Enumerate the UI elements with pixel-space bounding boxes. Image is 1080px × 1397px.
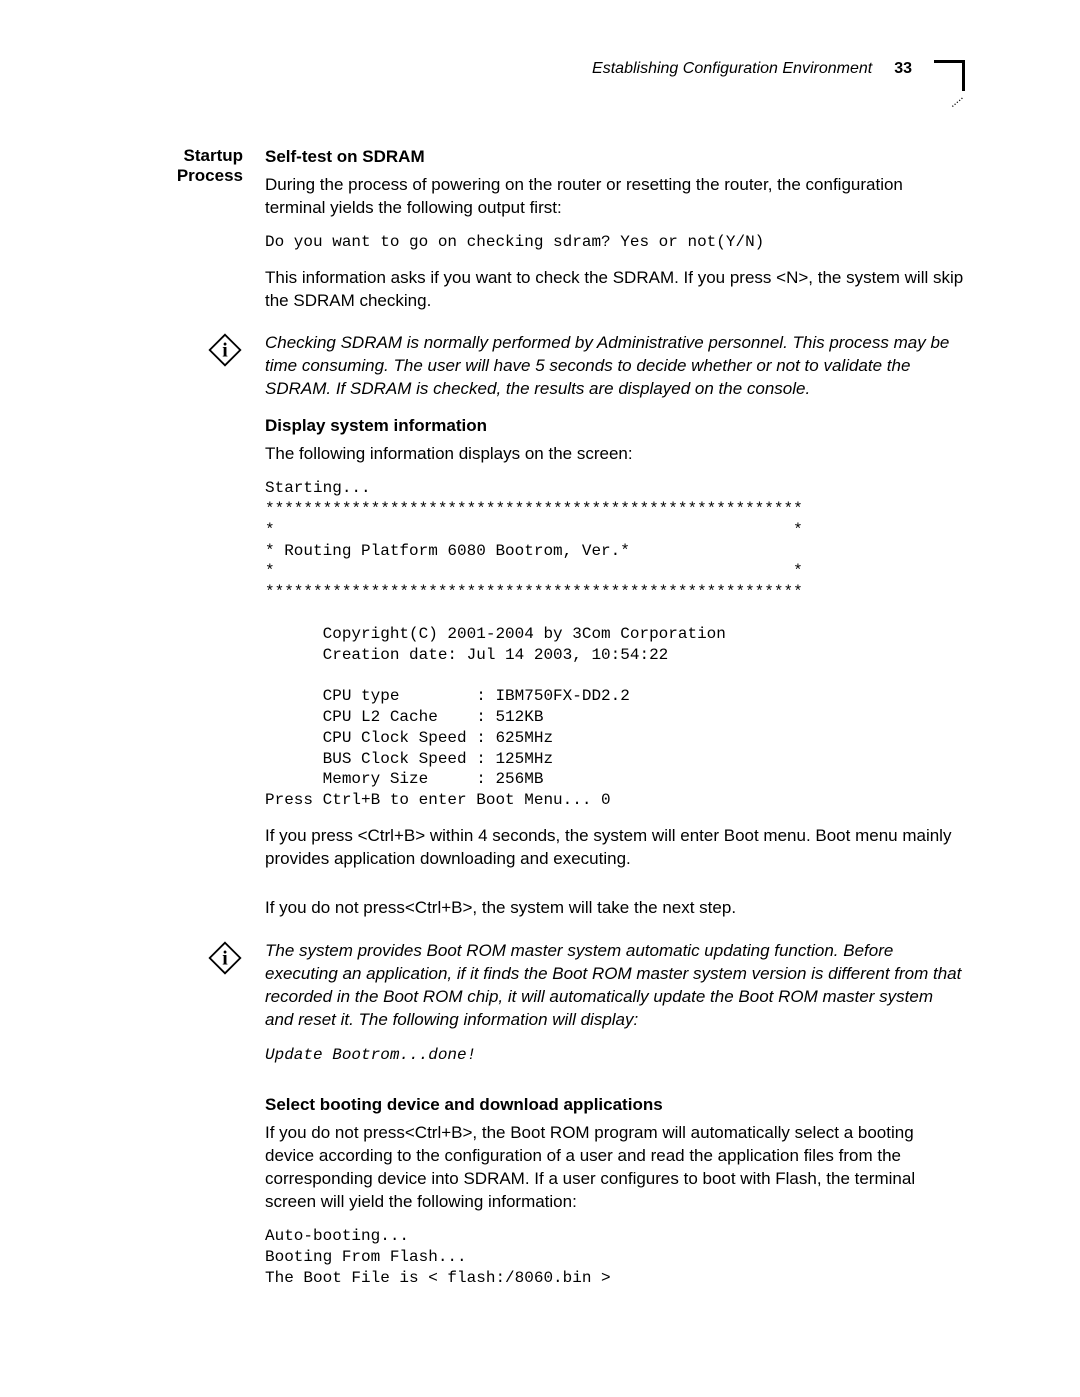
section-row: Display system information The following…: [115, 415, 965, 931]
header-section-title: Establishing Configuration Environment: [592, 60, 872, 78]
section-heading: Select booting device and download appli…: [265, 1094, 965, 1117]
info-icon: i: [115, 332, 265, 368]
body-paragraph: If you press <Ctrl+B> within 4 seconds, …: [265, 825, 965, 871]
page-number: 33: [894, 60, 912, 78]
section-content: Select booting device and download appli…: [265, 1094, 965, 1302]
code-block: Do you want to go on checking sdram? Yes…: [265, 232, 965, 253]
section-row: Select booting device and download appli…: [115, 1094, 965, 1302]
corner-decoration-icon: ·····: [934, 60, 965, 91]
code-block: Starting... ****************************…: [265, 478, 965, 811]
left-margin-label: Startup Process: [115, 146, 265, 186]
section-row: Startup Process Self-test on SDRAM Durin…: [115, 146, 965, 324]
page-header: Establishing Configuration Environment 3…: [115, 60, 965, 91]
info-icon: i: [115, 940, 265, 976]
note-block: i The system provides Boot ROM master sy…: [115, 940, 965, 1081]
note-text: The system provides Boot ROM master syst…: [265, 940, 965, 1081]
body-paragraph: The following information displays on th…: [265, 443, 965, 466]
corner-dots: ·····: [946, 92, 966, 112]
svg-text:i: i: [222, 340, 228, 362]
section-heading: Self-test on SDRAM: [265, 146, 965, 169]
code-block: Auto-booting... Booting From Flash... Th…: [265, 1226, 965, 1288]
body-paragraph: If you do not press<Ctrl+B>, the system …: [265, 897, 965, 920]
note-text: Checking SDRAM is normally performed by …: [265, 332, 965, 401]
body-paragraph: During the process of powering on the ro…: [265, 174, 965, 220]
body-paragraph: This information asks if you want to che…: [265, 267, 965, 313]
note-block: i Checking SDRAM is normally performed b…: [115, 332, 965, 401]
code-block-italic: Update Bootrom...done!: [265, 1045, 965, 1066]
svg-text:i: i: [222, 947, 228, 969]
document-page: Establishing Configuration Environment 3…: [0, 0, 1080, 1382]
body-paragraph: If you do not press<Ctrl+B>, the Boot RO…: [265, 1122, 965, 1214]
section-content: Display system information The following…: [265, 415, 965, 931]
section-content: Self-test on SDRAM During the process of…: [265, 146, 965, 324]
section-heading: Display system information: [265, 415, 965, 438]
note-text-body: The system provides Boot ROM master syst…: [265, 941, 961, 1029]
